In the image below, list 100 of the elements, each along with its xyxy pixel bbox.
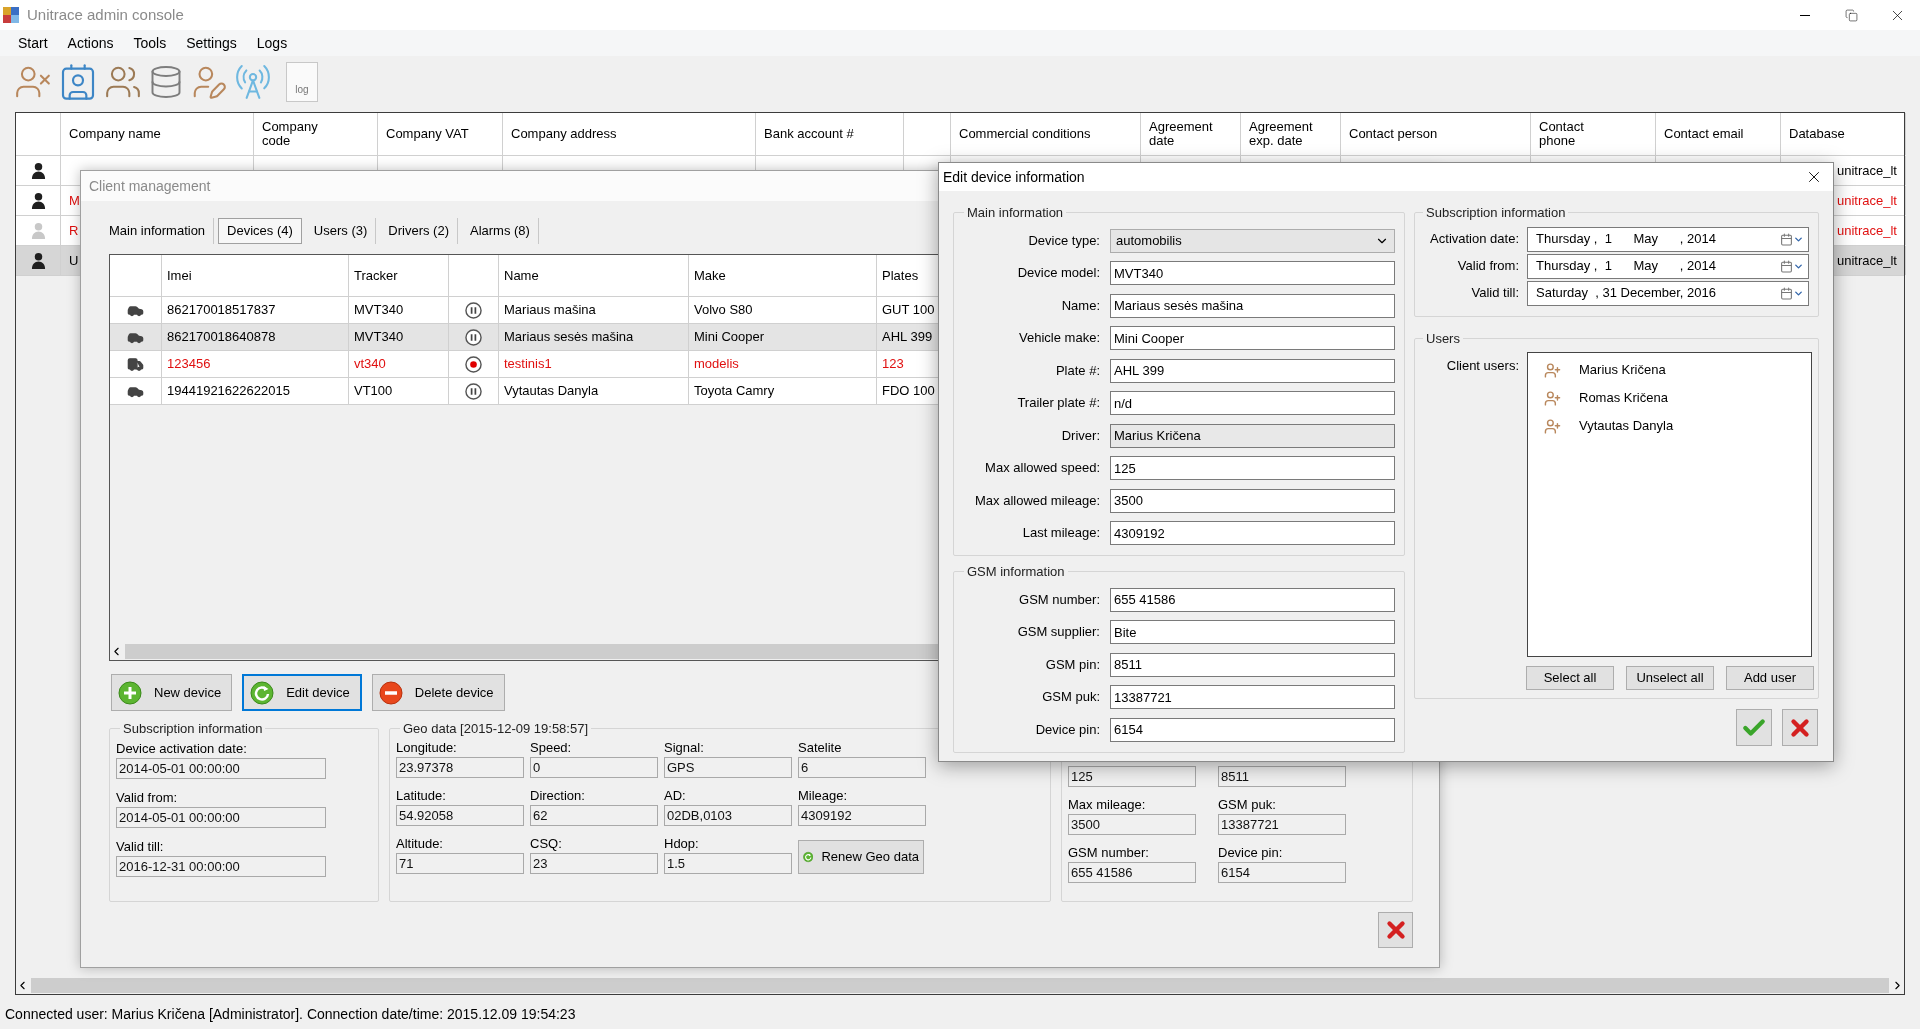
field-label: Valid till:: [116, 837, 165, 856]
field-label: CSQ:: [530, 834, 563, 853]
field-label: GSM pin:: [1044, 655, 1100, 674]
date-picker[interactable]: Thursday , 1 May , 2014: [1527, 226, 1809, 252]
text-field[interactable]: 13387721: [1110, 685, 1395, 709]
text-field[interactable]: 2014-05-01 00:00:00: [116, 757, 326, 779]
text-field[interactable]: MVT340: [1110, 261, 1395, 285]
field-label: Hdop:: [664, 834, 700, 853]
text-field[interactable]: 2016-12-31 00:00:00: [116, 855, 326, 877]
text-field[interactable]: 3500: [1110, 488, 1395, 513]
field-label: Max mileage:: [1068, 796, 1147, 814]
text-field[interactable]: 8511: [1218, 766, 1346, 787]
text-field[interactable]: 655 41586: [1068, 862, 1196, 883]
action-button[interactable]: Edit device: [242, 674, 362, 711]
table-cell-text: Toyota Camry: [694, 382, 775, 401]
text-field[interactable]: AHL 399: [1110, 358, 1395, 383]
list-item[interactable]: Vytautas Danyla: [1544, 415, 1811, 437]
table-cell-text: 862170018517837: [167, 301, 276, 320]
tab[interactable]: Alarms (8): [462, 218, 539, 244]
text-field[interactable]: Marius Kričena: [1110, 423, 1395, 448]
text-field[interactable]: 4309192: [1110, 521, 1395, 545]
log-button[interactable]: log: [286, 62, 318, 102]
menu-item[interactable]: Actions: [57, 32, 124, 54]
cancel-button[interactable]: [1782, 709, 1818, 746]
menu-item[interactable]: Settings: [176, 32, 247, 54]
table-cell-text: vt340: [354, 355, 386, 374]
column-header: Contact email: [1656, 113, 1781, 155]
text-field[interactable]: GPS: [664, 756, 792, 778]
action-button[interactable]: Add user: [1726, 666, 1814, 690]
text-field[interactable]: 0: [530, 756, 658, 778]
list-item[interactable]: Marius Kričena: [1544, 359, 1811, 381]
text-field[interactable]: n/d: [1110, 391, 1395, 415]
action-button[interactable]: Unselect all: [1626, 666, 1714, 690]
table-cell-text: U: [69, 251, 79, 270]
text-field[interactable]: 8511: [1110, 652, 1395, 677]
column-header: Agreement exp. date: [1241, 113, 1341, 155]
column-header: Name: [499, 255, 689, 296]
column-header: Tracker: [349, 255, 449, 296]
menu-item[interactable]: Start: [8, 32, 58, 54]
text-field[interactable]: 02DB,0103: [664, 804, 792, 826]
field-label: Plate #:: [1054, 361, 1100, 380]
text-field[interactable]: 2014-05-01 00:00:00: [116, 806, 326, 828]
group-title: Subscription information: [1425, 204, 1567, 222]
text-field[interactable]: 71: [396, 852, 524, 874]
column-header: Company code: [254, 113, 378, 155]
field-label: Trailer plate #:: [1016, 394, 1100, 413]
list-item[interactable]: Romas Kričena: [1544, 387, 1811, 409]
field-label: Longitude:: [396, 738, 458, 757]
text-field[interactable]: 13387721: [1218, 814, 1346, 835]
text-field[interactable]: 62: [530, 804, 658, 826]
tab[interactable]: Users (3): [305, 218, 377, 244]
table-cell-text: VT100: [354, 382, 393, 401]
column-header: Contact person: [1341, 113, 1531, 155]
text-field[interactable]: 23.97378: [396, 756, 524, 778]
field-label: Device type:: [1027, 231, 1100, 250]
table-cell-text: M: [69, 191, 80, 210]
text-field[interactable]: 6154: [1218, 862, 1346, 883]
table-cell-text: 862170018640878: [167, 328, 276, 347]
user-add-icon: [1544, 361, 1561, 379]
text-field[interactable]: 23: [530, 852, 658, 874]
renew-geo-data-button[interactable]: Renew Geo data: [798, 839, 924, 874]
tab[interactable]: Drivers (2): [380, 218, 458, 244]
dropdown[interactable]: automobilis: [1110, 228, 1395, 253]
user-add-icon: [1544, 417, 1561, 435]
text-field[interactable]: Bite: [1110, 620, 1395, 644]
menu-item[interactable]: Tools: [123, 32, 177, 54]
confirm-button[interactable]: [1736, 709, 1772, 746]
text-field[interactable]: 1.5: [664, 852, 792, 874]
date-picker[interactable]: Thursday , 1 May , 2014: [1527, 253, 1809, 279]
field-label: GSM number:: [1018, 590, 1100, 609]
field-label: Name:: [1060, 296, 1100, 315]
table-cell-text: Vytautas Danyla: [504, 382, 599, 401]
table-cell-text: modelis: [694, 355, 739, 374]
antenna-icon[interactable]: [234, 63, 272, 101]
text-field[interactable]: Mini Cooper: [1110, 326, 1395, 350]
action-button[interactable]: Delete device: [371, 674, 505, 711]
tab[interactable]: Main information: [101, 218, 215, 244]
calendar-icon: [1780, 286, 1793, 300]
action-button[interactable]: Select all: [1526, 666, 1614, 690]
text-field[interactable]: 4309192: [798, 804, 926, 826]
menu-item[interactable]: Logs: [246, 32, 298, 54]
text-field[interactable]: 6: [798, 756, 926, 778]
user-add-icon: [1544, 389, 1561, 407]
text-field[interactable]: 54.92058: [396, 804, 524, 826]
text-field[interactable]: 6154: [1110, 717, 1395, 742]
table-cell-text: 123456: [167, 355, 211, 374]
field-label: Activation date:: [1429, 230, 1519, 249]
text-field[interactable]: 655 41586: [1110, 587, 1395, 612]
text-field[interactable]: 125: [1068, 766, 1196, 787]
tab[interactable]: Devices (4): [218, 218, 302, 244]
text-field[interactable]: Mariaus sesės mašina: [1110, 293, 1395, 318]
date-picker[interactable]: Saturday , 31 December, 2016: [1527, 280, 1809, 306]
action-button[interactable]: New device: [111, 674, 233, 711]
column-header: Agreement date: [1141, 113, 1241, 155]
text-field[interactable]: 3500: [1068, 814, 1196, 835]
restore-icon: [1844, 8, 1858, 22]
window-title: Unitrace admin console: [27, 4, 184, 25]
field-label: Valid from:: [1456, 257, 1519, 276]
text-field[interactable]: 125: [1110, 456, 1395, 480]
table-cell-text: unitrace_lt: [1837, 251, 1897, 270]
